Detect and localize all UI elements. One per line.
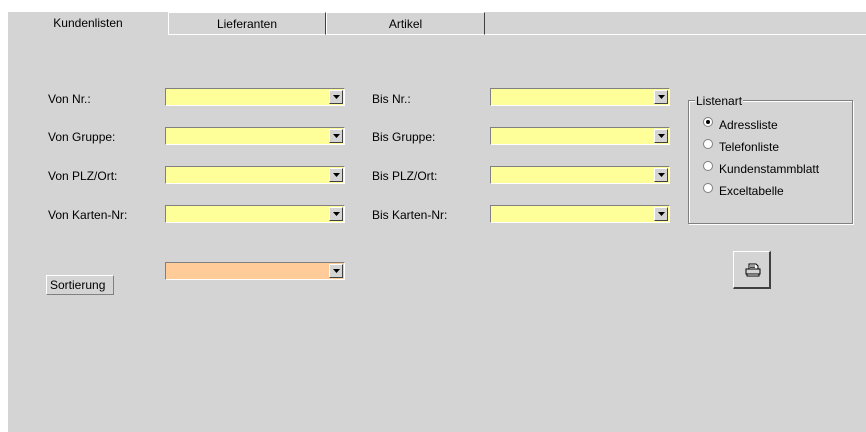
radio-icon bbox=[703, 182, 713, 193]
bis-gruppe-label: Bis Gruppe: bbox=[372, 130, 436, 144]
radio-kundenstammblatt-label: Kundenstammblatt bbox=[719, 162, 820, 176]
bis-nr-select[interactable] bbox=[490, 88, 670, 106]
radio-exceltabelle[interactable]: Exceltabelle bbox=[703, 182, 784, 199]
radio-telefonliste-label: Telefonliste bbox=[719, 140, 780, 154]
von-karten-label: Von Karten-Nr: bbox=[48, 208, 128, 222]
radio-exceltabelle-label: Exceltabelle bbox=[719, 184, 784, 198]
chevron-down-icon[interactable] bbox=[329, 168, 343, 182]
tab-lieferanten[interactable]: Lieferanten bbox=[168, 12, 326, 35]
printer-icon bbox=[745, 263, 761, 277]
tab-artikel[interactable]: Artikel bbox=[326, 12, 485, 35]
von-plz-select[interactable] bbox=[165, 166, 345, 184]
von-karten-select[interactable] bbox=[165, 205, 345, 223]
radio-icon bbox=[703, 138, 713, 149]
bis-karten-label: Bis Karten-Nr: bbox=[372, 208, 448, 222]
bis-plz-select[interactable] bbox=[490, 166, 670, 184]
von-plz-label: Von PLZ/Ort: bbox=[48, 169, 118, 183]
print-button[interactable] bbox=[733, 251, 771, 289]
bis-nr-label: Bis Nr.: bbox=[372, 92, 411, 106]
listenart-group: Listenart Adressliste Telefonliste Kunde… bbox=[688, 94, 853, 224]
radio-kundenstammblatt[interactable]: Kundenstammblatt bbox=[703, 160, 820, 177]
von-gruppe-select[interactable] bbox=[165, 127, 345, 145]
bis-plz-label: Bis PLZ/Ort: bbox=[372, 169, 438, 183]
von-nr-select[interactable] bbox=[165, 88, 345, 106]
radio-selected-icon bbox=[703, 116, 713, 127]
tab-divider bbox=[485, 34, 866, 35]
chevron-down-icon[interactable] bbox=[654, 129, 668, 143]
main-panel: Kundenlisten Lieferanten Artikel Von Nr.… bbox=[8, 12, 866, 432]
chevron-down-icon[interactable] bbox=[329, 264, 343, 278]
tab-kundenlisten[interactable]: Kundenlisten bbox=[8, 12, 168, 38]
von-gruppe-label: Von Gruppe: bbox=[48, 130, 116, 144]
sortierung-select[interactable] bbox=[165, 262, 345, 280]
radio-telefonliste[interactable]: Telefonliste bbox=[703, 138, 780, 155]
radio-adressliste-label: Adressliste bbox=[719, 118, 778, 132]
von-nr-label: Von Nr.: bbox=[48, 92, 91, 106]
radio-icon bbox=[703, 160, 713, 171]
chevron-down-icon[interactable] bbox=[654, 207, 668, 221]
listenart-title: Listenart bbox=[695, 94, 744, 108]
sortierung-label: Sortierung bbox=[46, 275, 114, 295]
bis-karten-select[interactable] bbox=[490, 205, 670, 223]
bis-gruppe-select[interactable] bbox=[490, 127, 670, 145]
chevron-down-icon[interactable] bbox=[329, 90, 343, 104]
chevron-down-icon[interactable] bbox=[654, 168, 668, 182]
radio-adressliste[interactable]: Adressliste bbox=[703, 116, 778, 133]
chevron-down-icon[interactable] bbox=[654, 90, 668, 104]
chevron-down-icon[interactable] bbox=[329, 207, 343, 221]
chevron-down-icon[interactable] bbox=[329, 129, 343, 143]
